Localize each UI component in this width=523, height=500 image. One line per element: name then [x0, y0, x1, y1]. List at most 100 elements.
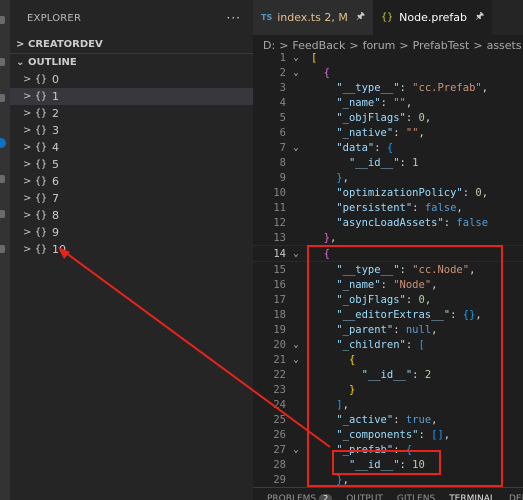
outline-item[interactable]: >{} 7 — [10, 190, 253, 207]
line-content: "_name": "Node", — [336, 278, 438, 291]
outline-item-label: 2 — [52, 107, 60, 120]
panel-tab-debug-console[interactable]: DEBUG CONSOLE — [509, 494, 523, 500]
object-icon: {} — [35, 108, 48, 119]
line-content: "_name": "", — [336, 96, 413, 109]
section-label: OUTLINE — [28, 57, 77, 68]
fold-chevron-icon[interactable]: ⌄ — [286, 68, 306, 78]
outline-item[interactable]: >{} 3 — [10, 122, 253, 139]
line-number: 12 — [273, 216, 286, 229]
tab-node-prefab[interactable]: {} Node.prefab 🖈︎ — [373, 0, 493, 35]
line-number: 10 — [273, 186, 286, 199]
activity-icon[interactable] — [0, 175, 5, 183]
line-number: 17 — [273, 293, 286, 306]
code-line: 2 ⌄ { — [253, 65, 523, 80]
fold-chevron-icon[interactable]: ⌄ — [286, 53, 306, 63]
tab-label: Node.prefab — [399, 11, 467, 24]
chevron-right-icon: > — [23, 193, 32, 204]
code-line: 19 "_parent": null, — [253, 322, 523, 337]
pin-icon[interactable]: 🖈︎ — [475, 9, 484, 26]
code-line: 1 ⌄ [ — [253, 50, 523, 65]
line-number: 2 — [279, 66, 286, 79]
pin-icon[interactable]: 🖈︎ — [356, 9, 365, 26]
line-number: 6 — [279, 126, 286, 139]
line-number: 20 — [273, 338, 286, 351]
line-content: "__editorExtras__": {}, — [336, 308, 482, 321]
fold-chevron-icon[interactable]: ⌄ — [286, 340, 306, 350]
panel-tab-terminal[interactable]: TERMINAL — [449, 494, 495, 500]
notification-badge — [0, 138, 6, 148]
section-outline[interactable]: ⌄ OUTLINE — [10, 54, 253, 71]
outline-item[interactable]: >{} 1 — [10, 88, 253, 105]
activity-icon[interactable] — [0, 94, 5, 102]
line-content: "asyncLoadAssets": false — [336, 216, 489, 229]
outline-item-label: 9 — [52, 226, 60, 239]
line-number: 26 — [273, 428, 286, 441]
activity-icon[interactable] — [0, 16, 5, 24]
activity-icon[interactable] — [0, 210, 5, 218]
outline-item-label: 10 — [52, 243, 67, 256]
activity-icon[interactable] — [0, 58, 5, 66]
code-line: 16 "_name": "Node", — [253, 277, 523, 292]
section-label: CREATORDEV — [28, 39, 103, 50]
chevron-right-icon: > — [23, 142, 32, 153]
sidebar: EXPLORER ··· > CREATORDEV ⌄ OUTLINE >{} 0… — [10, 0, 253, 500]
line-number: 28 — [273, 458, 286, 471]
line-number: 4 — [279, 96, 286, 109]
outline-item[interactable]: >{} 2 — [10, 105, 253, 122]
fold-chevron-icon[interactable]: ⌄ — [286, 143, 306, 153]
fold-chevron-icon[interactable]: ⌄ — [286, 355, 306, 365]
outline-item[interactable]: >{} 0 — [10, 71, 253, 88]
more-actions-button[interactable]: ··· — [227, 11, 241, 25]
code-line: 20 ⌄ "_children": [ — [253, 337, 523, 352]
object-icon: {} — [35, 142, 48, 153]
line-content: } — [348, 383, 356, 396]
line-content: "persistent": false, — [336, 201, 463, 214]
panel-tab-bar: PROBLEMS2 OUTPUT GITLENS TERMINAL DEBUG CONS… — [253, 487, 523, 500]
panel-tab-label: PROBLEMS — [267, 494, 317, 500]
line-number: 9 — [279, 171, 286, 184]
line-content: { — [323, 66, 330, 79]
line-content: "__type__": "cc.Prefab", — [336, 81, 489, 94]
line-content: "__type__": "cc.Node", — [336, 263, 476, 276]
line-content: "_active": true, — [336, 413, 438, 426]
code-line: 26 "_components": [], — [253, 427, 523, 442]
panel-tab-label: DEBUG CONSOLE — [508, 494, 523, 500]
panel-tab-output[interactable]: OUTPUT — [346, 494, 383, 500]
chevron-right-icon: > — [23, 91, 32, 102]
line-content: "data": { — [336, 141, 394, 154]
line-content: "optimizationPolicy": 0, — [336, 186, 489, 199]
tab-index-ts[interactable]: TS index.ts 2, M 🖈︎ — [253, 0, 374, 35]
chevron-right-icon: > — [23, 227, 32, 238]
outline-item[interactable]: >{} 8 — [10, 207, 253, 224]
code-line: 8 "__id__": 1 — [253, 155, 523, 170]
line-content: "_components": [], — [336, 428, 451, 441]
activity-bar — [0, 0, 10, 500]
sidebar-header: EXPLORER ··· — [10, 0, 253, 36]
outline-item[interactable]: >{} 9 — [10, 224, 253, 241]
outline-item[interactable]: >{} 6 — [10, 173, 253, 190]
outline-item[interactable]: >{} 10 — [10, 241, 253, 258]
code-editor[interactable]: 1 ⌄[2 ⌄ {3 "__type__": "cc.Prefab", 4 "_nam… — [253, 50, 523, 487]
code-line: 4 "_name": "", — [253, 95, 523, 110]
fold-chevron-icon[interactable]: ⌄ — [286, 445, 306, 455]
tab-bar: TS index.ts 2, M 🖈︎ {} Node.prefab 🖈︎ — [253, 0, 523, 35]
chevron-down-icon: ⌄ — [16, 57, 25, 68]
outline-item[interactable]: >{} 4 — [10, 139, 253, 156]
code-line: 7 ⌄ "data": { — [253, 140, 523, 155]
object-icon: {} — [35, 176, 48, 187]
outline-item-label: 4 — [52, 141, 60, 154]
code-line: 27 ⌄ "_prefab": { — [253, 442, 523, 457]
outline-item-label: 1 — [52, 90, 60, 103]
fold-chevron-icon[interactable]: ⌄ — [286, 249, 306, 259]
line-content: }, — [336, 171, 349, 184]
panel-tab-gitlens[interactable]: GITLENS — [397, 494, 435, 500]
outline-item[interactable]: >{} 5 — [10, 156, 253, 173]
line-number: 25 — [273, 413, 286, 426]
code-line: 25 "_active": true, — [253, 412, 523, 427]
section-creatordev[interactable]: > CREATORDEV — [10, 36, 253, 54]
activity-icon[interactable] — [0, 245, 5, 253]
panel-tab-problems[interactable]: PROBLEMS 2 — [267, 494, 333, 500]
line-number: 29 — [273, 473, 286, 486]
editor: TS index.ts 2, M 🖈︎ {} Node.prefab 🖈︎ D:… — [253, 0, 523, 500]
chevron-right-icon: > — [23, 244, 32, 255]
